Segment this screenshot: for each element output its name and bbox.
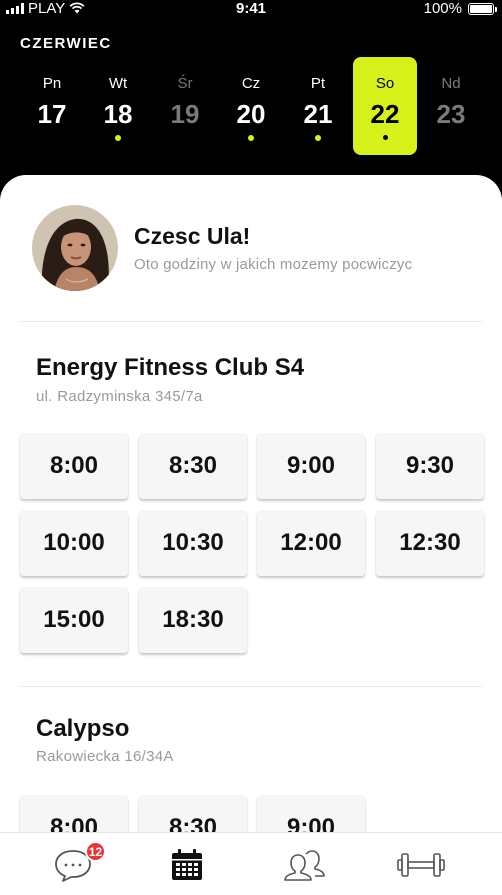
tab-chat[interactable]: 12	[10, 833, 135, 895]
day-number: 22	[370, 99, 400, 129]
club-name: Calypso	[36, 715, 130, 742]
status-right: 100%	[423, 0, 497, 17]
day-item-pt[interactable]: Pt 21	[286, 57, 350, 155]
day-item-wt[interactable]: Wt 18	[86, 57, 150, 155]
event-dot	[248, 135, 254, 141]
day-number: 23	[436, 99, 466, 129]
divider	[20, 321, 482, 322]
time-slot-button[interactable]: 8:00	[20, 433, 128, 499]
time-slot-button[interactable]: 12:30	[376, 510, 484, 576]
day-item-cz[interactable]: Cz 20	[219, 57, 283, 155]
tab-workouts[interactable]	[358, 833, 483, 895]
day-number: 17	[37, 99, 67, 129]
time-slot-button[interactable]: 8:30	[139, 433, 247, 499]
day-name: So	[375, 75, 395, 92]
month-label: CZERWIEC	[20, 35, 112, 52]
calendar-icon	[171, 848, 202, 880]
day-number: 18	[103, 99, 133, 129]
time-slot-button[interactable]: 9:00	[257, 433, 365, 499]
day-strip: Pn 17 Wt 18 Śr 19 Cz 20 Pt 21 So 22 Nd 2…	[20, 57, 482, 155]
avatar-image	[32, 205, 118, 291]
greeting-text: Czesc Ula! Oto godziny w jakich mozemy p…	[134, 223, 412, 273]
time-slot-button[interactable]: 18:30	[139, 587, 247, 653]
time-slot-button[interactable]: 10:30	[139, 510, 247, 576]
day-number: 20	[236, 99, 266, 129]
day-name: Wt	[108, 75, 128, 92]
content-sheet: Czesc Ula! Oto godziny w jakich mozemy p…	[0, 175, 502, 895]
time-slot-button[interactable]: 15:00	[20, 587, 128, 653]
day-name: Śr	[177, 75, 193, 92]
people-icon	[283, 849, 325, 881]
status-bar: PLAY 9:41 100%	[0, 0, 502, 18]
day-item-so[interactable]: So 22	[353, 57, 417, 155]
tab-bar: 12	[0, 832, 502, 895]
event-dot	[115, 135, 121, 141]
club-name: Energy Fitness Club S4	[36, 354, 305, 381]
day-item-pn[interactable]: Pn 17	[20, 57, 84, 155]
greeting-subtitle: Oto godziny w jakich mozemy pocwiczyc	[134, 256, 413, 273]
divider	[20, 686, 482, 687]
notification-badge: 12	[85, 841, 106, 862]
day-number: 21	[303, 99, 333, 129]
day-item-sr[interactable]: Śr 19	[153, 57, 217, 155]
greeting: Czesc Ula! Oto godziny w jakich mozemy p…	[32, 205, 412, 291]
club-address: ul. Radzyminska 345/7a	[36, 388, 203, 405]
day-name: Pt	[310, 75, 326, 92]
battery-icon	[468, 2, 497, 15]
tab-people[interactable]	[241, 833, 366, 895]
battery-label: 100%	[423, 0, 462, 17]
time-slot-button[interactable]: 12:00	[257, 510, 365, 576]
day-item-nd[interactable]: Nd 23	[419, 57, 483, 155]
time-slot-button[interactable]: 9:30	[376, 433, 484, 499]
dumbbell-icon	[396, 852, 445, 877]
event-dot	[315, 135, 321, 141]
time-slot-button[interactable]: 10:00	[20, 510, 128, 576]
day-number: 19	[170, 99, 200, 129]
tab-calendar[interactable]	[124, 833, 249, 895]
greeting-title: Czesc Ula!	[134, 223, 251, 249]
club-address: Rakowiecka 16/34A	[36, 748, 174, 765]
day-name: Nd	[441, 75, 461, 92]
day-name: Pn	[42, 75, 62, 92]
day-name: Cz	[241, 75, 261, 92]
avatar[interactable]	[32, 205, 118, 291]
event-dot	[382, 135, 388, 140]
